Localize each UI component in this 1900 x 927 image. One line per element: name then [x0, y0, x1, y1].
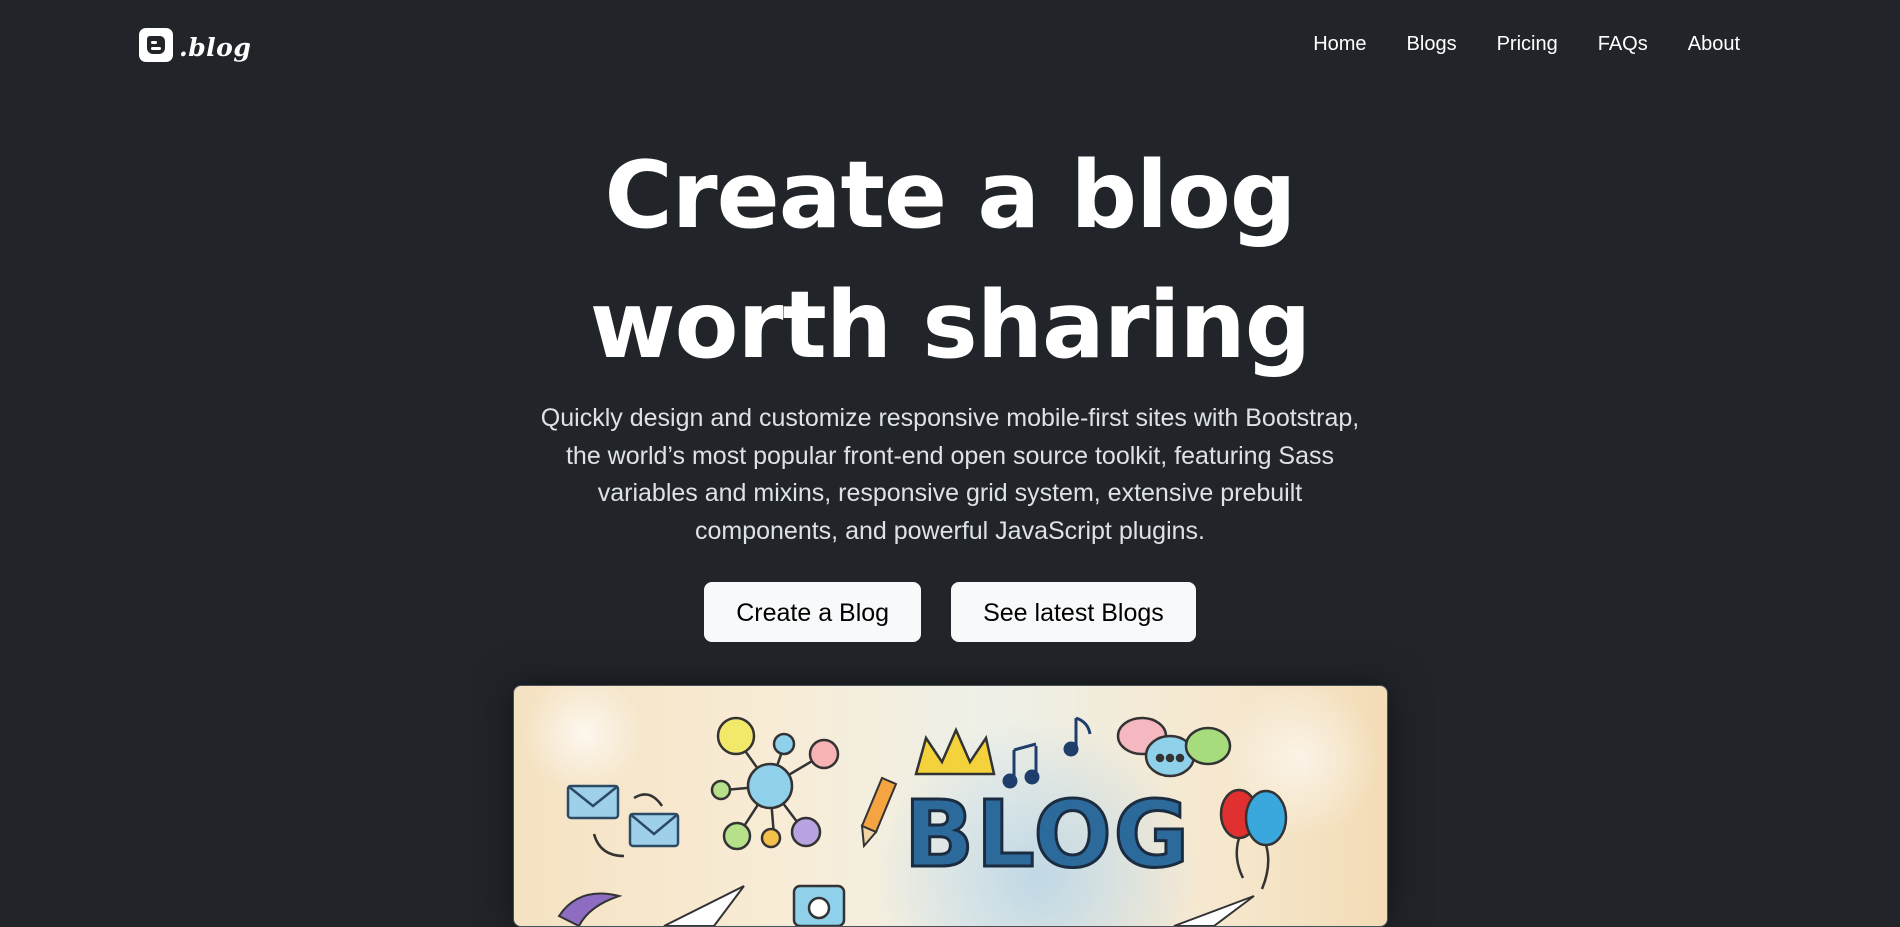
feather-icon	[557, 892, 623, 926]
chat-bubbles-icon	[1116, 716, 1232, 778]
network-icon	[710, 716, 840, 851]
blog-illustration: BLOG	[557, 716, 1288, 926]
brand-logo-link[interactable]: .blog	[139, 28, 251, 62]
nav-link-pricing[interactable]: Pricing	[1477, 28, 1578, 60]
see-latest-blogs-button[interactable]: See latest Blogs	[951, 582, 1196, 642]
nav-link-faqs[interactable]: FAQs	[1578, 28, 1668, 60]
crown-icon	[914, 726, 996, 776]
create-blog-button[interactable]: Create a Blog	[704, 582, 922, 642]
blogger-icon	[139, 28, 173, 62]
hero-image: BLOG	[513, 685, 1388, 927]
nav-link-about[interactable]: About	[1668, 28, 1740, 60]
balloons-icon	[1219, 788, 1288, 890]
pencil-icon	[860, 776, 898, 849]
blog-title-graphic: BLOG	[904, 781, 1191, 888]
camera-icon	[792, 884, 846, 926]
hero-buttons: Create a Blog See latest Blogs	[0, 582, 1900, 642]
nav-links: Home Blogs Pricing FAQs About	[1293, 28, 1740, 60]
hero-title-line2: worth sharing	[589, 271, 1312, 379]
navbar: .blog Home Blogs Pricing FAQs About	[0, 0, 1900, 86]
hero-section: Create a blog worth sharing Quickly desi…	[0, 130, 1900, 642]
brand-name: .blog	[179, 32, 252, 62]
nav-link-blogs[interactable]: Blogs	[1387, 28, 1477, 60]
hero-lead-text: Quickly design and customize responsive …	[540, 404, 1360, 545]
hero-title: Create a blog worth sharing	[500, 130, 1400, 390]
nav-link-home[interactable]: Home	[1293, 28, 1386, 60]
music-note-icon	[1002, 716, 1092, 789]
envelope-icon	[566, 784, 680, 858]
hero-title-line1: Create a blog	[604, 141, 1297, 249]
paper-plane-icon	[663, 885, 1255, 926]
